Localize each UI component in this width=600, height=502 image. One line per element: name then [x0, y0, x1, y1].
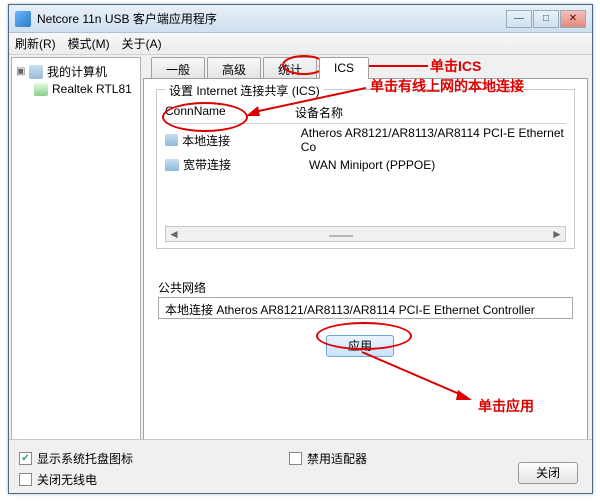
show-tray-checkbox[interactable]: ✔ 显示系统托盘图标 [19, 450, 133, 467]
app-icon [15, 11, 31, 27]
close-button[interactable]: 关闭 [518, 462, 578, 484]
titlebar[interactable]: Netcore 11n USB 客户端应用程序 — □ ✕ [9, 5, 592, 33]
tree-child-label: Realtek RTL81 [52, 82, 132, 96]
checkbox-icon [289, 452, 302, 465]
computer-icon [29, 65, 43, 79]
public-network-field[interactable]: 本地连接 Atheros AR8121/AR8113/AR8114 PCI-E … [158, 297, 573, 319]
wifi-off-label: 关闭无线电 [37, 471, 97, 488]
bottom-bar: ✔ 显示系统托盘图标 关闭无线电 禁用适配器 关闭 [9, 439, 592, 493]
list-row-broadband[interactable]: 宽带连接 WAN Miniport (PPPOE) [165, 156, 566, 173]
tab-advanced[interactable]: 高级 [207, 57, 261, 79]
menu-mode[interactable]: 模式(M) [68, 35, 110, 52]
row-name: 宽带连接 [183, 156, 309, 173]
public-network-label: 公共网络 [158, 279, 206, 296]
tab-strip: 一般 高级 统计 ICS [151, 57, 588, 79]
groupbox-title: 设置 Internet 连接共享 (ICS) [165, 82, 324, 99]
row-name: 本地连接 [182, 132, 301, 149]
scroll-left-icon[interactable]: ◄ [166, 227, 182, 241]
main-panel: 一般 高级 统计 ICS 设置 Internet 连接共享 (ICS) Conn… [143, 57, 588, 459]
adapter-icon [34, 82, 48, 96]
show-tray-label: 显示系统托盘图标 [37, 450, 133, 467]
maximize-button[interactable]: □ [533, 10, 559, 28]
tree-root-item[interactable]: ▣ 我的计算机 [16, 62, 136, 81]
row-device: WAN Miniport (PPPOE) [309, 158, 435, 172]
disable-adapter-checkbox[interactable]: 禁用适配器 [289, 450, 367, 467]
disable-adapter-label: 禁用适配器 [307, 450, 367, 467]
network-icon [165, 134, 178, 146]
menu-about[interactable]: 关于(A) [122, 35, 162, 52]
ics-panel: 设置 Internet 连接共享 (ICS) ConnName 设备名称 本地连… [143, 78, 588, 459]
scroll-thumb[interactable] [329, 235, 353, 237]
window-title: Netcore 11n USB 客户端应用程序 [37, 10, 506, 27]
app-window: Netcore 11n USB 客户端应用程序 — □ ✕ 刷新(R) 模式(M… [8, 4, 593, 494]
window-close-button[interactable]: ✕ [560, 10, 586, 28]
network-icon [165, 159, 179, 171]
horizontal-scrollbar[interactable]: ◄ ► [165, 226, 566, 242]
ics-groupbox: 设置 Internet 连接共享 (ICS) ConnName 设备名称 本地连… [156, 89, 575, 249]
tab-stats[interactable]: 统计 [263, 57, 317, 79]
col-connname[interactable]: ConnName [165, 104, 295, 121]
col-device[interactable]: 设备名称 [295, 104, 343, 121]
device-tree[interactable]: ▣ 我的计算机 Realtek RTL81 [11, 57, 141, 459]
wifi-off-checkbox[interactable]: 关闭无线电 [19, 471, 133, 488]
menu-refresh[interactable]: 刷新(R) [15, 35, 56, 52]
list-header: ConnName 设备名称 [165, 104, 566, 124]
tree-root-label: 我的计算机 [47, 63, 107, 80]
apply-button[interactable]: 应用 [326, 335, 394, 357]
checkbox-icon: ✔ [19, 452, 32, 465]
checkbox-icon [19, 473, 32, 486]
tree-child-item[interactable]: Realtek RTL81 [34, 81, 136, 97]
tab-general[interactable]: 一般 [151, 57, 205, 79]
list-row-local[interactable]: 本地连接 Atheros AR8121/AR8113/AR8114 PCI-E … [165, 126, 566, 154]
collapse-icon[interactable]: ▣ [16, 66, 25, 77]
menubar: 刷新(R) 模式(M) 关于(A) [9, 33, 592, 55]
scroll-right-icon[interactable]: ► [549, 227, 565, 241]
tab-ics[interactable]: ICS [319, 57, 369, 79]
row-device: Atheros AR8121/AR8113/AR8114 PCI-E Ether… [301, 126, 566, 154]
minimize-button[interactable]: — [506, 10, 532, 28]
